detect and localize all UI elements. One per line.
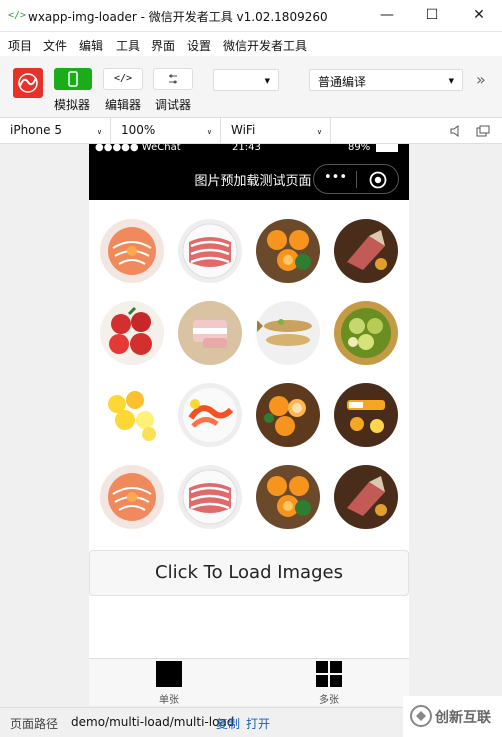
pork-plate-image [177, 300, 243, 366]
menu-item-project[interactable]: 项目 [8, 37, 32, 54]
salmon-plate-image [99, 218, 165, 284]
page-title: 图片预加载测试页面 [194, 174, 312, 189]
minimize-button[interactable]: — [372, 4, 402, 26]
tab-multiple[interactable]: 多张 [249, 661, 409, 706]
wechat-devtools-logo-icon [18, 73, 38, 93]
lemons-image [99, 382, 165, 448]
chevron-down-icon: ∨ [96, 128, 102, 136]
window-titlebar: </> wxapp-img-loader - 微信开发者工具 v1.02.180… [0, 0, 502, 32]
close-button[interactable]: ✕ [464, 4, 494, 26]
network-select-value: WiFi [231, 123, 256, 137]
code-icon: </> [113, 73, 133, 84]
network-select[interactable]: WiFi ∨ [221, 118, 331, 144]
avatar[interactable] [13, 68, 43, 98]
orange-halves-image [255, 382, 321, 448]
copy-path-link[interactable]: 复制 [216, 715, 240, 732]
tab-single-label: 单张 [159, 695, 179, 706]
phone-simulator: ●●●●● WeChat 21:43 89% 图片预加载测试页面 ••• Cli… [89, 144, 409, 706]
close-miniprogram-icon[interactable] [369, 171, 387, 189]
battery-icon [376, 144, 398, 152]
salmon-plate-image [99, 464, 165, 530]
maximize-button[interactable]: ☐ [417, 4, 447, 26]
tab-single[interactable]: 单张 [89, 661, 249, 706]
beef-slices-image [177, 218, 243, 284]
watermark-text: 创新互联 [435, 710, 491, 726]
window-title: wxapp-img-loader - 微信开发者工具 v1.02.1809260 [28, 10, 328, 24]
ham-leg-image [333, 464, 399, 530]
apples-bowl-image [99, 300, 165, 366]
page-path-value: demo/multi-load/multi-load [71, 715, 235, 729]
oranges-bowl-image [255, 464, 321, 530]
mode-select[interactable]: ▼ [213, 69, 279, 91]
pears-bowl-image [333, 300, 399, 366]
status-bar: ●●●●● WeChat 21:43 89% [89, 144, 409, 156]
menu-item-file[interactable]: 文件 [43, 37, 67, 54]
oranges-bowl-image [255, 218, 321, 284]
phone-icon [68, 71, 78, 87]
capsule-divider [356, 171, 357, 188]
page-path-label: 页面路径 [10, 717, 59, 731]
grid-four-icon [316, 661, 342, 687]
load-images-button[interactable]: Click To Load Images [89, 550, 409, 596]
ham-leg-image [333, 218, 399, 284]
more-dots-icon[interactable]: ••• [324, 170, 347, 185]
popout-window-icon[interactable] [476, 125, 490, 137]
shrimp-plate-image [177, 382, 243, 448]
more-tools-button[interactable]: » [476, 70, 486, 89]
beef-slices-image [177, 464, 243, 530]
speaker-icon[interactable] [450, 125, 462, 137]
time-label: 21:43 [232, 144, 261, 153]
zoom-select-value: 100% [121, 123, 156, 137]
device-select[interactable]: iPhone 5 ∨ [0, 118, 111, 144]
menu-item-edit[interactable]: 编辑 [79, 37, 103, 54]
tab-multiple-label: 多张 [319, 695, 339, 706]
menu-item-tools[interactable]: 工具 [116, 37, 140, 54]
watermark: 创新互联 [403, 696, 502, 737]
carrier-label: ●●●●● WeChat [95, 144, 181, 153]
zoom-select[interactable]: 100% ∨ [111, 118, 221, 144]
chevron-down-icon: ∨ [206, 128, 212, 136]
toolbar: 模拟器 </> 编辑器 调试器 ▼ 普通编译 ▼ » [0, 56, 502, 118]
editor-toggle-button[interactable]: </> [103, 68, 143, 90]
code-brackets-icon: </> [8, 10, 27, 21]
debugger-toggle-button[interactable] [153, 68, 193, 90]
editor-label: 编辑器 [105, 98, 142, 112]
watermark-logo-icon [410, 705, 432, 727]
capsule-menu: ••• [313, 164, 399, 194]
sliders-icon [169, 74, 177, 84]
battery-label: 89% [348, 144, 371, 153]
menu-item-settings[interactable]: 设置 [187, 37, 211, 54]
device-bar: iPhone 5 ∨ 100% ∨ WiFi ∨ [0, 118, 502, 144]
single-square-icon [156, 661, 182, 687]
nav-bar: 图片预加载测试页面 ••• [89, 156, 409, 200]
open-path-link[interactable]: 打开 [246, 715, 270, 732]
caret-down-icon: ▼ [264, 77, 270, 85]
juice-tray-image [333, 382, 399, 448]
compile-mode-select[interactable]: 普通编译 ▼ [309, 69, 463, 91]
chevron-down-icon: ∨ [316, 128, 322, 136]
debugger-label: 调试器 [155, 98, 192, 112]
menu-item-devtools[interactable]: 微信开发者工具 [223, 37, 307, 54]
caret-down-icon: ▼ [448, 77, 454, 85]
compile-mode-value: 普通编译 [318, 75, 367, 89]
simulator-label: 模拟器 [54, 98, 91, 112]
menu-item-view[interactable]: 界面 [151, 37, 175, 54]
device-select-value: iPhone 5 [10, 123, 62, 137]
image-grid [89, 202, 409, 532]
fish-plate-image [255, 300, 321, 366]
simulator-toggle-button[interactable] [54, 68, 92, 90]
menu-bar: 项目 文件 编辑 工具 界面 设置 微信开发者工具 [0, 32, 502, 56]
tab-bar: 单张 多张 [89, 658, 409, 706]
